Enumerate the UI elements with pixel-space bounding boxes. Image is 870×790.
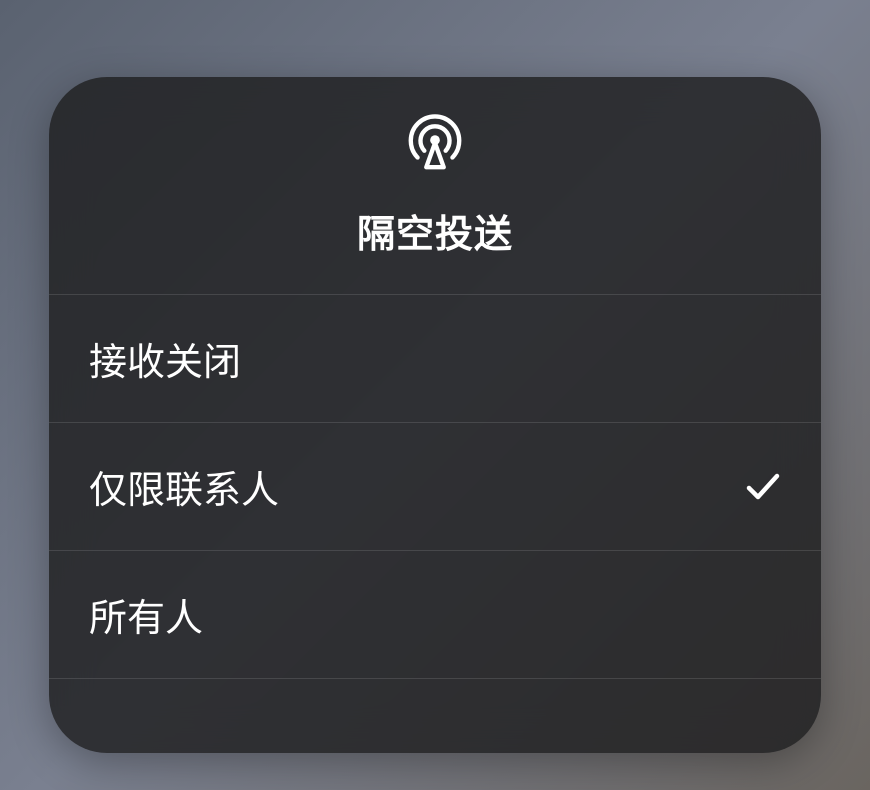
option-receiving-off[interactable]: 接收关闭 [49, 295, 821, 423]
checkmark-icon [745, 469, 781, 505]
airdrop-icon [404, 111, 466, 173]
option-label: 所有人 [89, 587, 203, 642]
option-label: 接收关闭 [89, 331, 241, 386]
option-everyone[interactable]: 所有人 [49, 551, 821, 679]
panel-header: 隔空投送 [49, 77, 821, 295]
airdrop-settings-panel: 隔空投送 接收关闭 仅限联系人 所有人 [49, 77, 821, 753]
option-contacts-only[interactable]: 仅限联系人 [49, 423, 821, 551]
options-list: 接收关闭 仅限联系人 所有人 [49, 295, 821, 679]
option-label: 仅限联系人 [89, 459, 279, 514]
panel-title: 隔空投送 [357, 203, 513, 258]
